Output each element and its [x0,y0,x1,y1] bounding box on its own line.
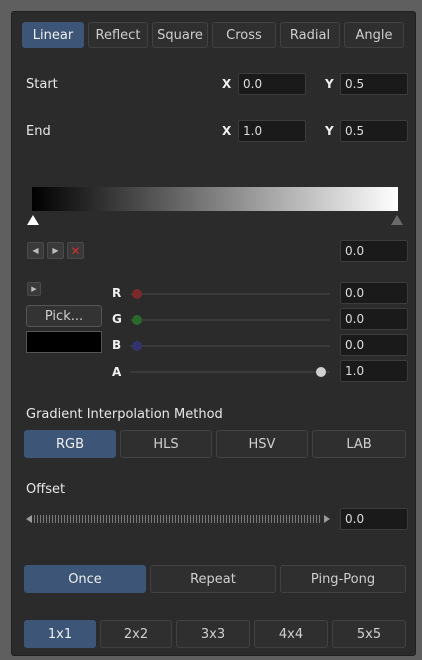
end-label: End [26,124,51,139]
start-y-label: Y [325,77,334,91]
offset-slider[interactable] [26,514,336,524]
channel-b-input[interactable]: 0.0 [340,334,408,356]
interp-lab-button[interactable]: LAB [312,430,406,458]
channel-g-label: G [112,312,122,326]
end-x-input[interactable]: 1.0 [238,120,306,142]
sampling-3x3-button[interactable]: 3x3 [176,620,250,648]
interp-hsv-button[interactable]: HSV [216,430,308,458]
interp-hls-button[interactable]: HLS [120,430,212,458]
channel-r-input[interactable]: 0.0 [340,282,408,304]
start-y-input[interactable]: 0.5 [340,73,408,95]
color-swatch[interactable] [26,331,102,353]
gradient-stop-start-icon[interactable] [26,214,40,226]
offset-thumbwheel[interactable] [34,515,320,523]
channel-b-label: B [112,338,122,352]
gradient-stop-end-icon[interactable] [390,214,404,226]
channel-a-knob[interactable] [316,367,326,377]
next-stop-button[interactable]: ▶ [47,242,64,259]
tab-linear[interactable]: Linear [22,22,84,48]
gradient-preview-bar[interactable] [32,187,398,211]
gradient-panel: Linear Reflect Square Cross Radial Angle… [11,11,416,656]
delete-stop-button[interactable]: ✕ [67,242,84,259]
prev-stop-button[interactable]: ◀ [27,242,44,259]
start-label: Start [26,77,58,92]
offset-label: Offset [26,482,66,497]
tab-angle[interactable]: Angle [344,22,404,48]
repeat-pingpong-button[interactable]: Ping-Pong [280,565,406,593]
channel-a-label: A [112,365,122,379]
channel-r-knob[interactable] [132,289,142,299]
stop-position-input[interactable]: 0.0 [340,240,408,262]
offset-right-arrow-icon[interactable] [324,515,330,523]
start-x-label: X [222,77,232,91]
channel-b-slider[interactable] [130,345,330,347]
tab-cross[interactable]: Cross [212,22,276,48]
end-y-label: Y [325,124,334,138]
offset-left-arrow-icon[interactable] [26,515,32,523]
sampling-2x2-button[interactable]: 2x2 [100,620,172,648]
tab-reflect[interactable]: Reflect [88,22,148,48]
channel-g-input[interactable]: 0.0 [340,308,408,330]
channel-r-label: R [112,286,122,300]
channel-g-slider[interactable] [130,319,330,321]
tab-square[interactable]: Square [152,22,208,48]
repeat-once-button[interactable]: Once [24,565,146,593]
interp-rgb-button[interactable]: RGB [24,430,116,458]
channel-r-slider[interactable] [130,293,330,295]
offset-input[interactable]: 0.0 [340,508,408,530]
end-y-input[interactable]: 0.5 [340,120,408,142]
end-x-label: X [222,124,232,138]
sampling-5x5-button[interactable]: 5x5 [332,620,406,648]
repeat-repeat-button[interactable]: Repeat [150,565,276,593]
tab-radial[interactable]: Radial [280,22,340,48]
sampling-1x1-button[interactable]: 1x1 [24,620,96,648]
channel-a-slider[interactable] [130,371,330,373]
pick-color-button[interactable]: Pick... [26,305,102,327]
channel-b-knob[interactable] [132,341,142,351]
start-x-input[interactable]: 0.0 [238,73,306,95]
channel-a-input[interactable]: 1.0 [340,360,408,382]
sampling-4x4-button[interactable]: 4x4 [254,620,328,648]
expand-color-arrow-icon[interactable]: ▶ [27,282,41,296]
channel-g-knob[interactable] [132,315,142,325]
interpolation-heading: Gradient Interpolation Method [26,407,223,422]
